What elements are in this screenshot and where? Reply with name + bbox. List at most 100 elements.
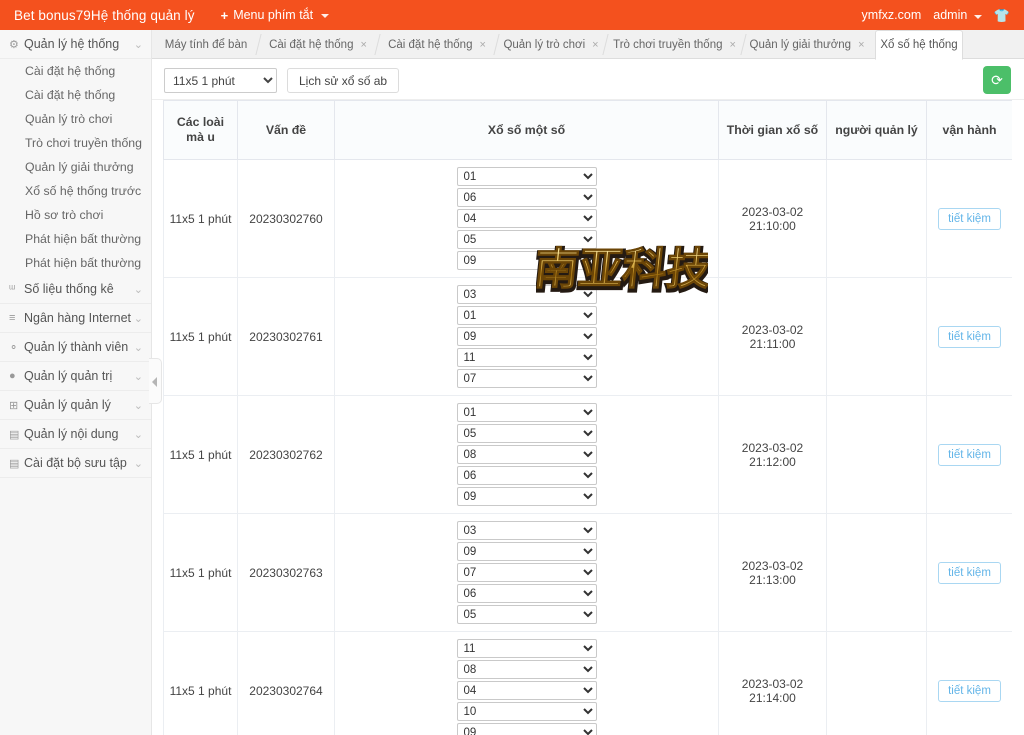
save-button[interactable]: tiết kiệm [938,561,1001,584]
close-icon[interactable]: × [858,39,864,51]
shortcut-menu-button[interactable]: + Menu phím tắt [221,8,330,23]
number-select-5[interactable]: 0102030405060708091011 [456,369,597,388]
sidebar-item-1-8[interactable]: Phát hiện bất thường [0,227,151,251]
refresh-icon[interactable]: ⟳ [983,66,1011,94]
number-select-2[interactable]: 0102030405060708091011 [456,306,597,325]
table-body: 11x5 1 phút20230302760010203040506070809… [163,159,1012,735]
chevron-down-icon: ⌄ [133,428,143,441]
user-outline-icon: ⚬ [9,341,19,354]
number-select-2[interactable]: 0102030405060708091011 [456,188,597,207]
cell-operation: tiết kiệm [926,277,1012,396]
save-button[interactable]: tiết kiệm [938,325,1001,348]
number-select-4[interactable]: 0102030405060708091011 [456,702,597,721]
tab-3[interactable]: Cài đặt hệ thống × [382,30,492,59]
number-select-1[interactable]: 0102030405060708091011 [456,167,597,186]
column-header-1: Các loài mà u [163,100,238,160]
tab-separator [374,34,381,55]
chevron-down-icon: ⌄ [133,457,143,470]
cell-issue-number: 20230302763 [237,513,335,632]
sidebar: ⚙ Quản lý hệ thống ⌄ Cài đặt hệ thống Cài đặ… [0,30,152,735]
number-select-2[interactable]: 0102030405060708091011 [456,542,597,561]
number-select-3[interactable]: 0102030405060708091011 [456,209,597,228]
sidebar-group-5[interactable]: ● Quản lý quản trị ⌄ [0,362,151,391]
table-row: 11x5 1 phút20230302764010203040506070809… [163,631,1012,735]
table-row: 11x5 1 phút20230302761010203040506070809… [163,277,1012,396]
sidebar-item-1-7[interactable]: Hồ sơ trò chơi [0,203,151,227]
number-select-1[interactable]: 0102030405060708091011 [456,285,597,304]
number-select-5[interactable]: 0102030405060708091011 [456,487,597,506]
sidebar-item-1-3[interactable]: Quản lý trò chơi [0,107,151,131]
tab-6[interactable]: Quản lý giải thưởng × [748,30,866,59]
close-icon[interactable]: × [592,39,598,51]
user-filled-icon: ● [9,370,16,382]
save-button[interactable]: tiết kiệm [938,207,1001,230]
cell-issue-number: 20230302761 [237,277,335,396]
number-select-4[interactable]: 0102030405060708091011 [456,348,597,367]
tab-label: Trò chơi truyền thống [613,38,723,51]
number-select-stack: 0102030405060708091011 010203040506070809… [338,399,715,510]
sidebar-group-label: Quản lý quản trị [24,369,113,383]
sidebar-group-7[interactable]: ▤ Quản lý nội dung ⌄ [0,420,151,449]
sidebar-group-3[interactable]: ≡ Ngân hàng Internet ⌄ [0,304,151,333]
close-icon[interactable]: × [479,39,485,51]
collection-icon: ▤ [9,457,20,470]
number-select-4[interactable]: 0102030405060708091011 [456,466,597,485]
tab-2[interactable]: Cài đặt hệ thống × [263,30,373,59]
save-button[interactable]: tiết kiệm [938,679,1001,702]
lottery-type-select[interactable]: 11x5 1 phút [164,68,277,93]
number-select-1[interactable]: 0102030405060708091011 [456,639,597,658]
number-select-4[interactable]: 0102030405060708091011 [456,230,597,249]
tab-5[interactable]: Trò chơi truyền thống × [610,30,739,59]
list-icon: ≡ [9,312,16,324]
sidebar-group-label: Quản lý nội dung [24,427,119,441]
sidebar-group-8[interactable]: ▤ Cài đặt bộ sưu tập ⌄ [0,449,151,478]
close-icon[interactable]: × [360,39,366,51]
sidebar-collapse-handle[interactable] [149,358,162,404]
sidebar-item-1-6[interactable]: Xổ số hệ thống trước [0,179,151,203]
cell-manager [826,277,927,396]
grid-icon: ⊞ [9,399,19,412]
gear-icon: ⚙ [9,38,19,51]
number-select-stack: 0102030405060708091011 010203040506070809… [338,517,715,628]
sidebar-group-4[interactable]: ⚬ Quản lý thành viên ⌄ [0,333,151,362]
number-select-3[interactable]: 0102030405060708091011 [456,327,597,346]
sidebar-group-6[interactable]: ⊞ Quản lý quản lý ⌄ [0,391,151,420]
number-select-1[interactable]: 0102030405060708091011 [456,521,597,540]
close-icon[interactable]: × [729,39,735,51]
sidebar-item-1-1[interactable]: Cài đặt hệ thống [0,59,151,83]
number-select-3[interactable]: 0102030405060708091011 [456,681,597,700]
number-select-2[interactable]: 0102030405060708091011 [456,424,597,443]
sidebar-item-1-9[interactable]: Phát hiện bất thường [0,251,151,275]
sidebar-group-1[interactable]: ⚙ Quản lý hệ thống ⌄ [0,30,151,59]
number-select-2[interactable]: 0102030405060708091011 [456,660,597,679]
cell-lottery-type: 11x5 1 phút [163,631,238,735]
tab-1[interactable]: Máy tính để bàn [158,30,254,59]
number-select-5[interactable]: 0102030405060708091011 [456,723,597,735]
number-select-3[interactable]: 0102030405060708091011 [456,445,597,464]
cell-lottery-type: 11x5 1 phút [163,395,238,514]
number-select-5[interactable]: 0102030405060708091011 [456,605,597,624]
number-select-1[interactable]: 0102030405060708091011 [456,403,597,422]
cell-lottery-numbers: 0102030405060708091011 010203040506070809… [334,159,719,278]
sidebar-group-2[interactable]: ᵚ Số liệu thống kê ⌄ [0,275,151,304]
user-menu[interactable]: admin [933,8,982,22]
lottery-history-button[interactable]: Lịch sử xổ số ab [287,68,400,93]
sidebar-item-1-4[interactable]: Trò chơi truyền thống [0,131,151,155]
number-select-3[interactable]: 0102030405060708091011 [456,563,597,582]
cell-lottery-numbers: 0102030405060708091011 010203040506070809… [334,277,719,396]
cell-draw-time: 2023-03-02 21:10:00 [718,159,827,278]
sidebar-item-1-5[interactable]: Quản lý giải thưởng [0,155,151,179]
tab-7[interactable]: Xổ số hệ thống [875,30,963,60]
table-header-row: Các loài mà u Vấn đề Xổ số một số Thời gian… [163,100,1012,160]
cell-lottery-numbers: 0102030405060708091011 010203040506070809… [334,395,719,514]
sidebar-item-1-2[interactable]: Cài đặt hệ thống [0,83,151,107]
table-header: Các loài mà u Vấn đề Xổ số một số Thời gian… [163,100,1012,160]
save-button[interactable]: tiết kiệm [938,443,1001,466]
sidebar-group-label: Ngân hàng Internet [24,311,132,325]
number-select-4[interactable]: 0102030405060708091011 [456,584,597,603]
tshirt-icon[interactable]: 👕 [994,9,1010,22]
tab-4[interactable]: Quản lý trò chơi × [501,30,601,59]
column-header-2: Vấn đề [237,100,335,160]
number-select-5[interactable]: 0102030405060708091011 [456,251,597,270]
app-brand-title: Bet bonus79Hệ thống quản lý [14,7,195,23]
